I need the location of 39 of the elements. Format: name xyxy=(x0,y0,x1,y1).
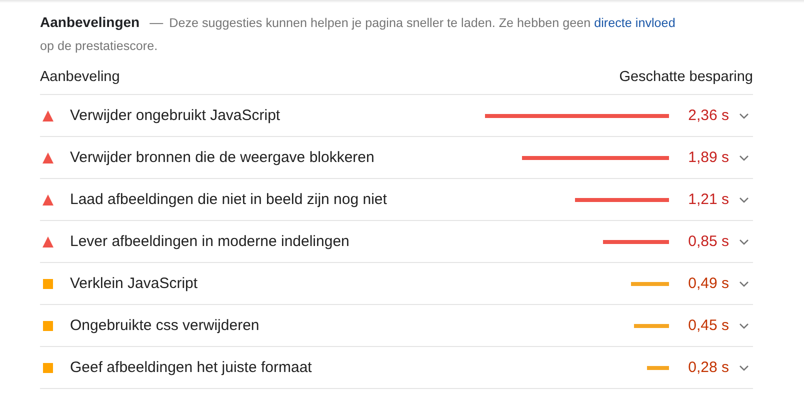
chevron-icon[interactable] xyxy=(739,322,749,328)
chevron-icon[interactable] xyxy=(739,238,749,244)
dash-separator: — xyxy=(150,15,164,30)
savings-value: 0,49 s xyxy=(687,275,729,292)
link[interactable]: directe invloed xyxy=(594,16,676,30)
audit-row[interactable]: Laad afbeeldingen die niet in beeld zijn nog niet 1,21 s xyxy=(40,179,753,221)
audit-title: Lever afbeeldingen in moderne indelingen xyxy=(70,233,350,250)
savings-bar xyxy=(647,366,669,370)
savings-bar xyxy=(634,324,669,328)
section-title: Aanbevelingen xyxy=(40,14,140,30)
audit-title: Ongebruikte css verwijderen xyxy=(70,317,260,334)
column-header: Geschatte besparing xyxy=(619,69,753,85)
audit-title: Verwijder ongebruikt JavaScript xyxy=(70,107,282,124)
column-header: Aanbeveling xyxy=(40,69,120,85)
audit-title: Verwijder bronnen die de weergave blokkeren xyxy=(70,149,376,166)
savings-value: 2,36 s xyxy=(687,107,729,124)
savings-value: 1,89 s xyxy=(687,149,729,166)
savings-value: 0,28 s xyxy=(687,359,729,376)
audit-title: Laad afbeeldingen die niet in beeld zijn nog niet xyxy=(70,191,388,208)
chevron-icon[interactable] xyxy=(739,112,749,118)
savings-bar xyxy=(630,282,669,286)
audit-row[interactable]: Verwijder bronnen die de weergave blokkeren 1,89 s xyxy=(40,137,753,179)
audit-row[interactable]: Verklein JavaScript 0,49 s xyxy=(40,263,753,305)
savings-value: 1,21 s xyxy=(687,191,729,208)
audit-title: Verklein JavaScript xyxy=(70,275,199,292)
section-description: op de prestatiescore. xyxy=(40,38,159,55)
savings-value: 0,85 s xyxy=(687,233,729,250)
audit-row[interactable]: Geef afbeeldingen het juiste formaat 0,28 s xyxy=(40,347,753,389)
chevron-icon[interactable] xyxy=(739,280,749,286)
chevron-icon[interactable] xyxy=(739,364,749,370)
chevron-icon[interactable] xyxy=(739,196,749,202)
savings-bar xyxy=(602,240,669,244)
audit-title: Geef afbeeldingen het juiste formaat xyxy=(70,359,313,376)
audit-row[interactable]: Verwijder ongebruikt JavaScript 2,36 s xyxy=(40,95,753,137)
savings-value: 0,45 s xyxy=(687,317,729,334)
section-description: Deze suggesties kunnen helpen je pagina sneller te laden. Ze hebben geen directe invloed xyxy=(169,16,676,30)
audit-row[interactable]: Ongebruikte css verwijderen 0,45 s xyxy=(40,305,753,347)
audit-row[interactable]: Lever afbeeldingen in moderne indelingen 0,85 s xyxy=(40,221,753,263)
chevron-icon[interactable] xyxy=(739,154,749,160)
